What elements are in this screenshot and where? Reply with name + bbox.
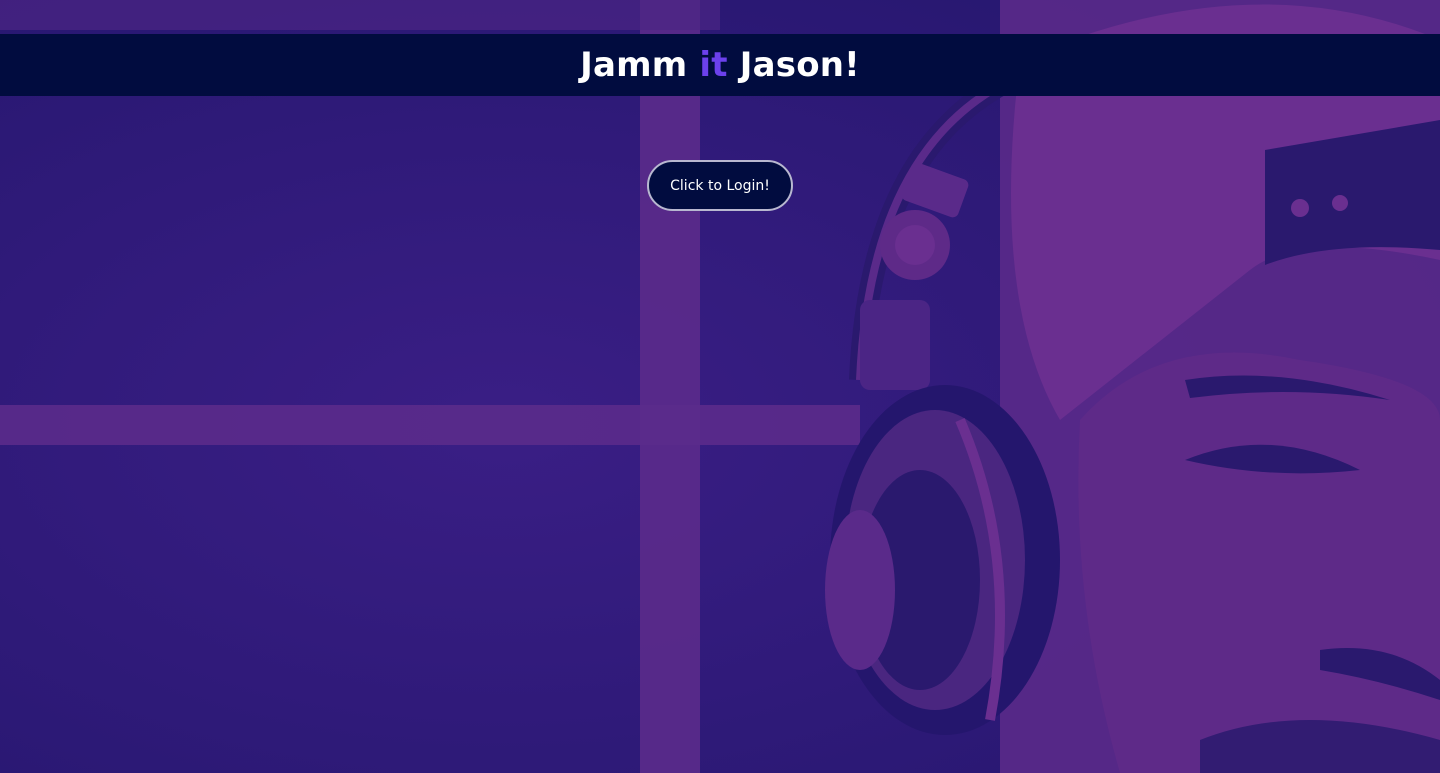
title-part-1: Jamm xyxy=(580,45,700,85)
site-title: Jamm it Jason! xyxy=(580,48,860,82)
title-accent: it xyxy=(699,45,728,85)
site-header: Jamm it Jason! xyxy=(0,34,1440,96)
background-photo xyxy=(0,0,1440,773)
title-part-2: Jason! xyxy=(727,45,860,85)
login-button[interactable]: Click to Login! xyxy=(647,160,793,211)
